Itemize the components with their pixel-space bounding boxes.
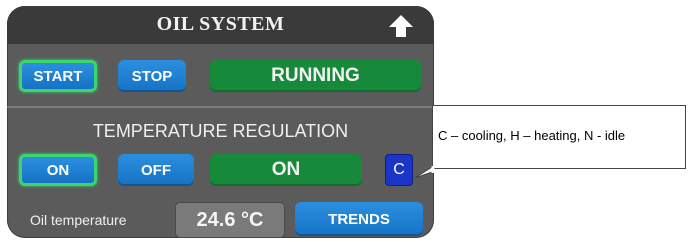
stop-button-label: STOP [131, 67, 173, 85]
trends-button-label: TRENDS [328, 210, 390, 228]
regulation-status-indicator: ON [210, 154, 362, 186]
up-arrow-icon[interactable] [388, 14, 414, 38]
regulation-off-button[interactable]: OFF [118, 154, 194, 186]
callout-pointer [414, 166, 435, 179]
trends-button[interactable]: TRENDS [295, 202, 423, 236]
system-status-text: RUNNING [271, 65, 360, 86]
regulation-status-text: ON [271, 159, 301, 180]
panel-title: OIL SYSTEM [156, 13, 285, 35]
section-divider [7, 106, 434, 108]
system-status-indicator: RUNNING [210, 60, 421, 92]
start-button-label: START [33, 67, 83, 85]
regulation-on-label: ON [46, 161, 70, 179]
panel-header: OIL SYSTEM [7, 6, 434, 44]
oil-temperature-value: 24.6 °C [175, 202, 285, 238]
callout-text: C – cooling, H – heating, N - idle [438, 128, 626, 143]
start-button[interactable]: START [19, 60, 97, 92]
stop-button[interactable]: STOP [118, 60, 186, 92]
regulation-on-button[interactable]: ON [19, 154, 97, 186]
oil-system-panel: OIL SYSTEM START STOP RUNNING TEMPERATUR… [7, 6, 434, 238]
temperature-regulation-title: TEMPERATURE REGULATION [92, 121, 349, 141]
regulation-off-label: OFF [141, 161, 171, 179]
oil-temperature-label: Oil temperature [30, 212, 127, 228]
regulation-mode-badge: C [385, 154, 413, 186]
